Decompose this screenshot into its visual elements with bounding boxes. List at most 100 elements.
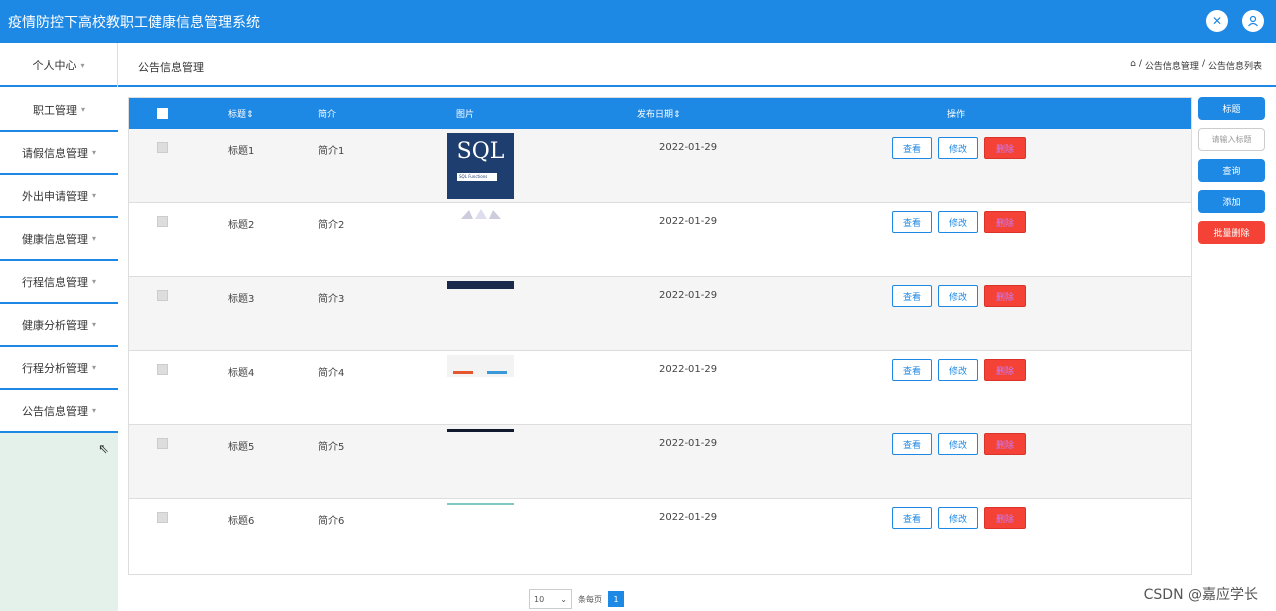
per-page-label: 条每页 — [578, 594, 602, 604]
column-header-ops: 操作 — [947, 110, 966, 120]
cell-date: 2022-01-29 — [659, 142, 718, 153]
sidebar-item-health[interactable]: 健康信息管理 ▾ — [0, 218, 118, 261]
breadcrumb-item[interactable]: 公告信息管理 — [1145, 59, 1199, 72]
pagination: 10 ⌄ 条每页 1 — [529, 589, 624, 609]
cell-intro: 简介2 — [318, 220, 345, 231]
cell-date: 2022-01-29 — [659, 216, 718, 227]
view-button[interactable]: 查看 — [892, 507, 933, 529]
app-title: 疫情防控下高校教职工健康信息管理系统 — [8, 14, 260, 31]
watermark: CSDN @嘉应学长 — [1143, 587, 1258, 603]
thumbnail-image[interactable] — [447, 281, 514, 289]
edit-button[interactable]: 修改 — [938, 211, 979, 233]
chevron-down-icon: ⌄ — [560, 594, 567, 604]
cell-title: 标题4 — [228, 368, 255, 379]
batch-delete-button[interactable]: 批量删除 — [1198, 221, 1265, 244]
cell-title: 标题5 — [228, 442, 255, 453]
delete-button[interactable]: 删除 — [984, 433, 1027, 455]
row-checkbox[interactable] — [157, 290, 168, 301]
chevron-down-icon: ▾ — [91, 148, 96, 157]
add-button[interactable]: 添加 — [1198, 190, 1265, 213]
thumbnail-image[interactable] — [447, 355, 514, 377]
edit-button[interactable]: 修改 — [938, 285, 979, 307]
row-checkbox[interactable] — [157, 512, 168, 523]
chevron-down-icon: ▾ — [91, 320, 96, 329]
title-search-input[interactable]: 请输入标题 — [1198, 128, 1265, 151]
page-number-button[interactable]: 1 — [608, 591, 624, 607]
personal-center-menu[interactable]: 个人中心 ▾ — [0, 43, 118, 87]
sidebar-item-label: 行程信息管理 — [21, 275, 88, 289]
sidebar-item-label: 职工管理 — [32, 103, 77, 117]
thumbnail-image[interactable] — [447, 503, 514, 505]
breadcrumb-item: 公告信息列表 — [1207, 62, 1262, 72]
view-button[interactable]: 查看 — [892, 359, 933, 381]
thumbnail-image[interactable] — [447, 207, 514, 221]
sidebar-item-itinerary[interactable]: 行程信息管理 ▾ — [0, 261, 118, 304]
home-icon[interactable]: ⌂ — [1130, 59, 1136, 72]
delete-button[interactable]: 删除 — [984, 211, 1027, 233]
sidebar-item-itinerary-analysis[interactable]: 行程分析管理 ▾ — [0, 347, 118, 390]
sidebar-item-outing[interactable]: 外出申请管理 ▾ — [0, 175, 118, 218]
sidebar-item-label: 公告信息管理 — [21, 404, 88, 418]
search-panel: 标题 请输入标题 查询 添加 批量删除 — [1198, 97, 1265, 252]
sort-icon: ⇕ — [246, 110, 254, 120]
select-all-checkbox[interactable] — [157, 108, 168, 119]
chevron-down-icon: ▾ — [91, 363, 96, 372]
table-row: 标题3 简介3 2022-01-29 查看 修改 删除 — [129, 277, 1191, 351]
table-row: 标题4 简介4 2022-01-29 查看 修改 删除 — [129, 351, 1191, 425]
cell-intro: 简介4 — [318, 368, 345, 379]
user-icon[interactable] — [1242, 10, 1264, 32]
sidebar-item-label: 健康信息管理 — [21, 232, 88, 246]
row-checkbox[interactable] — [157, 364, 168, 375]
row-checkbox[interactable] — [157, 438, 168, 449]
notice-table: 标题⇕ 简介 图片 发布日期⇕ 操作 标题1 简介1 SQL SQL Functi… — [128, 97, 1192, 575]
row-checkbox[interactable] — [157, 216, 168, 227]
title-label-button: 标题 — [1198, 97, 1265, 120]
delete-button[interactable]: 删除 — [984, 359, 1027, 381]
cell-title: 标题1 — [228, 146, 255, 157]
thumbnail-image[interactable]: SQL SQL Functions — [447, 133, 514, 199]
cell-intro: 简介3 — [318, 294, 345, 305]
chevron-down-icon: ▾ — [91, 277, 96, 286]
edit-button[interactable]: 修改 — [938, 137, 979, 159]
sidebar: 职工管理 ▾ 请假信息管理 ▾ 外出申请管理 ▾ 健康信息管理 ▾ 行程信息管理 ▾ 健康… — [0, 89, 118, 611]
cell-title: 标题6 — [228, 516, 255, 527]
sort-icon: ⇕ — [673, 110, 681, 120]
cell-title: 标题2 — [228, 220, 255, 231]
table-row: 标题6 简介6 2022-01-29 查看 修改 删除 — [129, 499, 1191, 573]
sidebar-item-notice[interactable]: 公告信息管理 ▾ — [0, 390, 118, 433]
cell-intro: 简介1 — [318, 146, 345, 157]
header-icons: ✕ — [1206, 10, 1264, 32]
page-size-select[interactable]: 10 ⌄ — [529, 589, 572, 609]
view-button[interactable]: 查看 — [892, 211, 933, 233]
query-button[interactable]: 查询 — [1198, 159, 1265, 182]
view-button[interactable]: 查看 — [892, 137, 933, 159]
thumbnail-image[interactable] — [447, 429, 514, 432]
sidebar-item-staff[interactable]: 职工管理 ▾ — [0, 89, 118, 132]
delete-button[interactable]: 删除 — [984, 285, 1027, 307]
view-button[interactable]: 查看 — [892, 285, 933, 307]
table-row: 标题5 简介5 2022-01-29 查看 修改 删除 — [129, 425, 1191, 499]
edit-button[interactable]: 修改 — [938, 507, 979, 529]
table-row: 标题1 简介1 SQL SQL Functions 2022-01-29 查看 修… — [129, 129, 1191, 203]
cell-date: 2022-01-29 — [659, 512, 718, 523]
cell-date: 2022-01-29 — [659, 364, 718, 375]
chevron-down-icon: ▾ — [80, 105, 85, 114]
row-checkbox[interactable] — [157, 142, 168, 153]
cell-intro: 简介6 — [318, 516, 345, 527]
sidebar-item-leave[interactable]: 请假信息管理 ▾ — [0, 132, 118, 175]
column-header-title[interactable]: 标题⇕ — [196, 107, 286, 120]
table-header: 标题⇕ 简介 图片 发布日期⇕ 操作 — [129, 98, 1191, 129]
edit-button[interactable]: 修改 — [938, 359, 979, 381]
delete-button[interactable]: 删除 — [984, 507, 1027, 529]
sidebar-item-health-analysis[interactable]: 健康分析管理 ▾ — [0, 304, 118, 347]
mouse-cursor-icon: ⇖ — [98, 442, 109, 457]
cell-intro: 简介5 — [318, 442, 345, 453]
column-header-date[interactable]: 发布日期⇕ — [559, 107, 762, 120]
view-button[interactable]: 查看 — [892, 433, 933, 455]
sidebar-item-label: 健康分析管理 — [21, 318, 88, 332]
personal-center-label: 个人中心 — [32, 59, 77, 72]
chevron-down-icon: ▾ — [91, 406, 96, 415]
edit-button[interactable]: 修改 — [938, 433, 979, 455]
expand-icon[interactable]: ✕ — [1206, 10, 1228, 32]
delete-button[interactable]: 删除 — [984, 137, 1027, 159]
